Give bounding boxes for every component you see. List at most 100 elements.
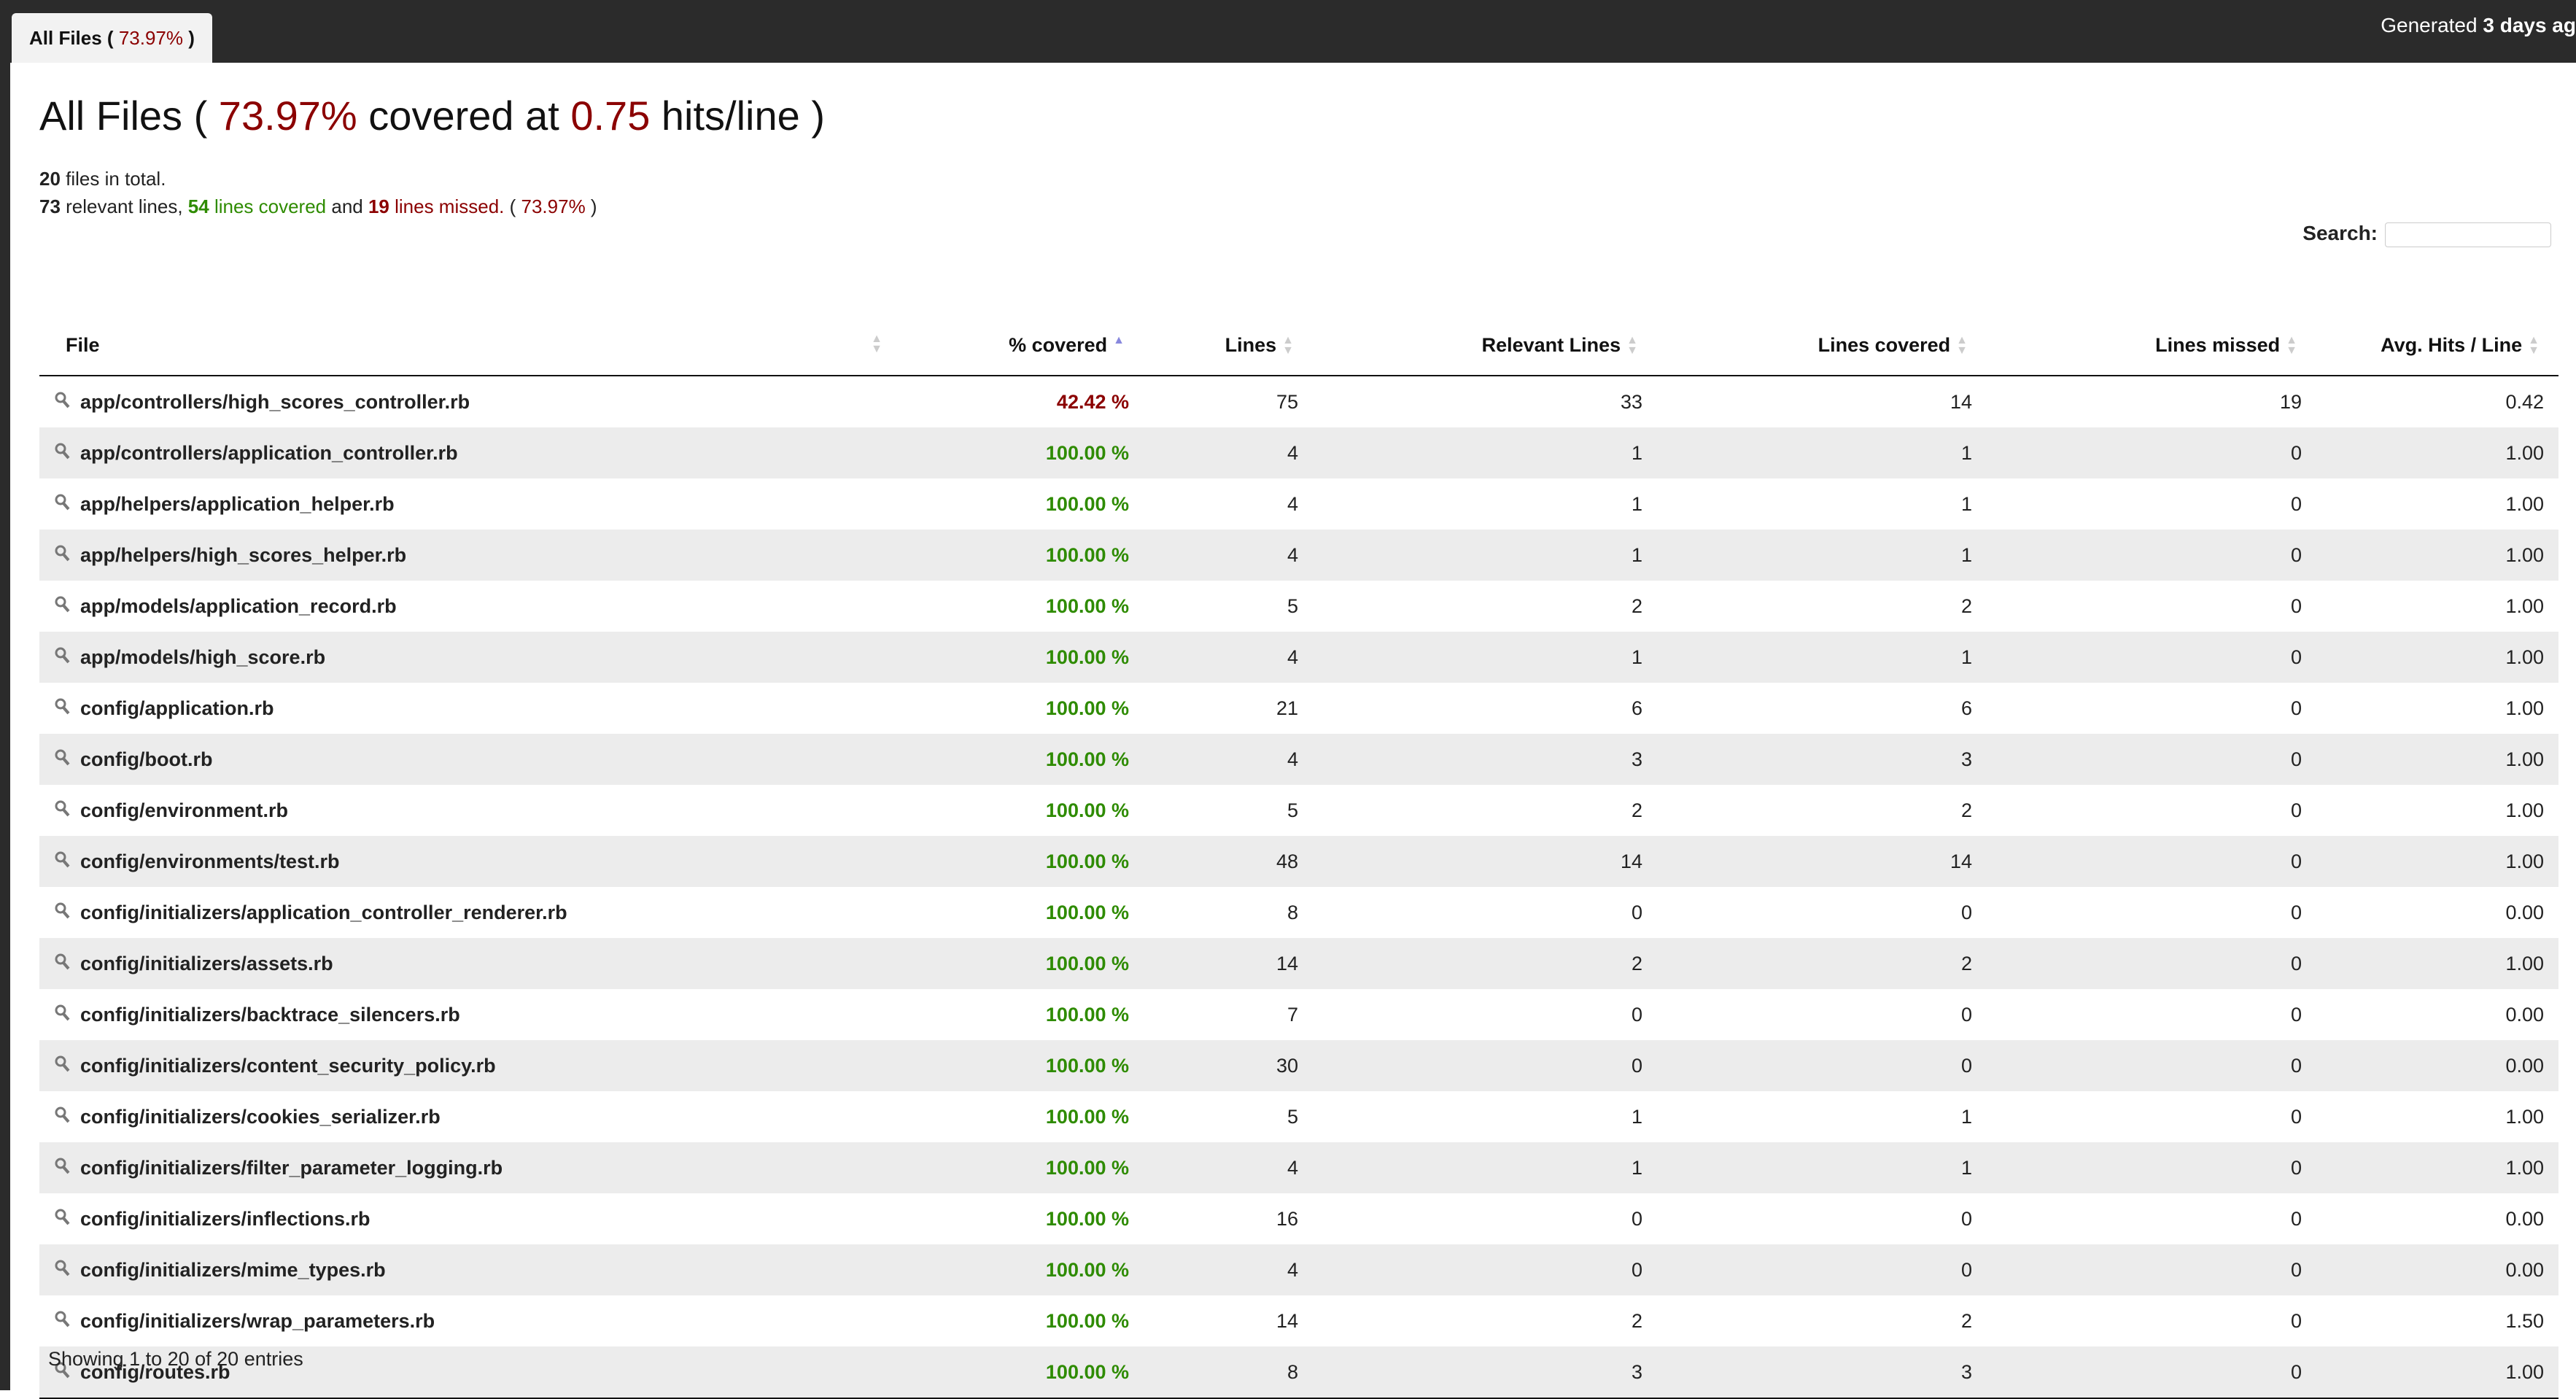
search-input[interactable] — [2385, 222, 2551, 247]
table-row[interactable]: config/initializers/backtrace_silencers.… — [39, 989, 2558, 1040]
table-row[interactable]: config/initializers/cookies_serializer.r… — [39, 1091, 2558, 1142]
covered-percent-cell: 100.00 % — [1045, 1258, 1129, 1281]
magnifier-icon — [54, 1258, 76, 1282]
lines-missed-cell: 0 — [2290, 1003, 2302, 1026]
file-link[interactable]: app/models/high_score.rb — [80, 646, 325, 668]
file-link[interactable]: app/helpers/application_helper.rb — [80, 493, 395, 515]
file-cell[interactable]: config/initializers/mime_types.rb — [39, 1244, 901, 1295]
file-cell[interactable]: config/environments/test.rb — [39, 836, 901, 887]
avg-hits-cell: 0.00 — [2505, 1258, 2544, 1281]
table-row[interactable]: config/initializers/mime_types.rb 100.00 … — [39, 1244, 2558, 1295]
column-header-label: Relevant Lines — [1481, 333, 1621, 356]
file-link[interactable]: config/initializers/assets.rb — [80, 953, 333, 974]
lines-covered-cell: 3 — [1960, 748, 1972, 770]
file-link[interactable]: config/environment.rb — [80, 799, 288, 821]
percent-close: ) — [585, 195, 597, 217]
lines-cell: 4 — [1287, 492, 1298, 515]
table-row[interactable]: config/routes.rb 100.00 % 8 3 3 0 1.00 — [39, 1346, 2558, 1399]
magnifier-icon — [54, 799, 76, 822]
file-cell[interactable]: config/application.rb — [39, 683, 901, 734]
file-cell[interactable]: config/initializers/wrap_parameters.rb — [39, 1295, 901, 1346]
relevant-lines-cell: 0 — [1631, 1003, 1642, 1026]
table-row[interactable]: config/initializers/content_security_pol… — [39, 1040, 2558, 1091]
file-link[interactable]: app/helpers/high_scores_helper.rb — [80, 544, 406, 566]
lines-covered-cell: 0 — [1960, 1207, 1972, 1230]
file-cell[interactable]: app/models/application_record.rb — [39, 581, 901, 632]
column-header-lines[interactable]: Lines ▲ ▼ — [1144, 315, 1313, 376]
sort-arrows-icon: ▲ — [1113, 334, 1125, 347]
file-cell[interactable]: config/initializers/content_security_pol… — [39, 1040, 901, 1091]
table-row[interactable]: app/helpers/high_scores_helper.rb 100.00 … — [39, 530, 2558, 581]
file-link[interactable]: config/initializers/mime_types.rb — [80, 1259, 386, 1281]
relevant-count: 73 — [39, 195, 61, 217]
avg-hits-cell: 1.00 — [2505, 646, 2544, 668]
file-cell[interactable]: config/initializers/backtrace_silencers.… — [39, 989, 901, 1040]
table-row[interactable]: config/initializers/application_controll… — [39, 887, 2558, 938]
missed-count: 19 — [368, 195, 389, 217]
magnifier-glyph — [55, 392, 70, 408]
file-cell[interactable]: app/controllers/application_controller.r… — [39, 427, 901, 478]
summary-percent: 73.97% — [521, 195, 586, 217]
table-row[interactable]: app/models/application_record.rb 100.00 %… — [39, 581, 2558, 632]
file-link[interactable]: config/environments/test.rb — [80, 850, 340, 872]
magnifier-icon — [54, 441, 76, 465]
table-row[interactable]: app/models/high_score.rb 100.00 % 4 1 1 0 1.00 — [39, 632, 2558, 683]
covered-percent-cell: 100.00 % — [1045, 901, 1129, 923]
file-cell[interactable]: app/helpers/application_helper.rb — [39, 478, 901, 530]
file-cell[interactable]: config/boot.rb — [39, 734, 901, 785]
avg-hits-cell: 1.00 — [2505, 1105, 2544, 1128]
column-header-lines-missed[interactable]: Lines missed ▲ ▼ — [1987, 315, 2316, 376]
file-link[interactable]: config/initializers/inflections.rb — [80, 1208, 371, 1230]
lines-cell: 14 — [1276, 1309, 1298, 1332]
table-row[interactable]: config/environment.rb 100.00 % 5 2 2 0 1.00 — [39, 785, 2558, 836]
table-row[interactable]: app/controllers/high_scores_controller.r… — [39, 376, 2558, 427]
file-cell[interactable]: config/initializers/inflections.rb — [39, 1193, 901, 1244]
avg-hits-cell: 1.00 — [2505, 1156, 2544, 1179]
file-link[interactable]: config/initializers/wrap_parameters.rb — [80, 1310, 435, 1332]
file-link[interactable]: config/boot.rb — [80, 748, 212, 770]
table-row[interactable]: config/initializers/filter_parameter_log… — [39, 1142, 2558, 1193]
column-header-file[interactable]: File ▲ ▼ — [39, 315, 901, 376]
lines-missed-cell: 0 — [2290, 1054, 2302, 1077]
file-link[interactable]: config/initializers/content_security_pol… — [80, 1055, 496, 1077]
lines-cell: 14 — [1276, 952, 1298, 974]
magnifier-icon — [54, 1003, 76, 1026]
table-row[interactable]: config/environments/test.rb 100.00 % 48 14 1… — [39, 836, 2558, 887]
title-prefix: All Files ( — [39, 93, 219, 139]
table-row[interactable]: config/initializers/inflections.rb 100.00… — [39, 1193, 2558, 1244]
file-link[interactable]: config/initializers/filter_parameter_log… — [80, 1157, 503, 1179]
column-header-lines-covered[interactable]: Lines covered ▲ ▼ — [1657, 315, 1987, 376]
file-link[interactable]: config/initializers/backtrace_silencers.… — [80, 1004, 460, 1026]
table-row[interactable]: config/application.rb 100.00 % 21 6 6 0 1.00 — [39, 683, 2558, 734]
magnifier-glyph — [55, 749, 70, 766]
file-cell[interactable]: config/initializers/application_controll… — [39, 887, 901, 938]
column-header-relevant-lines[interactable]: Relevant Lines ▲ ▼ — [1313, 315, 1657, 376]
table-row[interactable]: config/boot.rb 100.00 % 4 3 3 0 1.00 — [39, 734, 2558, 785]
file-link[interactable]: app/controllers/high_scores_controller.r… — [80, 391, 470, 413]
file-cell[interactable]: config/initializers/cookies_serializer.r… — [39, 1091, 901, 1142]
column-header-avg-hits[interactable]: Avg. Hits / Line ▲ ▼ — [2316, 315, 2558, 376]
file-link[interactable]: config/initializers/cookies_serializer.r… — [80, 1106, 441, 1128]
column-header-covered[interactable]: % covered ▲ — [901, 315, 1144, 376]
table-row[interactable]: config/initializers/wrap_parameters.rb 10… — [39, 1295, 2558, 1346]
column-header-label: File — [66, 333, 100, 356]
file-cell[interactable]: app/models/high_score.rb — [39, 632, 901, 683]
table-row[interactable]: app/helpers/application_helper.rb 100.00 … — [39, 478, 2558, 530]
covered-percent-cell: 42.42 % — [1056, 390, 1129, 413]
lines-cell: 75 — [1276, 390, 1298, 413]
file-cell[interactable]: config/initializers/assets.rb — [39, 938, 901, 989]
file-cell[interactable]: app/helpers/high_scores_helper.rb — [39, 530, 901, 581]
file-cell[interactable]: config/environment.rb — [39, 785, 901, 836]
table-row[interactable]: config/initializers/assets.rb 100.00 % 14 2… — [39, 938, 2558, 989]
file-cell[interactable]: app/controllers/high_scores_controller.r… — [39, 376, 901, 427]
file-link[interactable]: app/models/application_record.rb — [80, 595, 397, 617]
magnifier-icon — [54, 1207, 76, 1231]
table-row[interactable]: app/controllers/application_controller.r… — [39, 427, 2558, 478]
file-cell[interactable]: config/initializers/filter_parameter_log… — [39, 1142, 901, 1193]
tab-all-files[interactable]: All Files ( 73.97% ) — [12, 13, 212, 63]
file-link[interactable]: config/initializers/application_controll… — [80, 902, 567, 923]
magnifier-glyph — [55, 545, 70, 562]
file-link[interactable]: app/controllers/application_controller.r… — [80, 442, 458, 464]
file-link[interactable]: config/application.rb — [80, 697, 274, 719]
and-text: and — [326, 195, 368, 217]
